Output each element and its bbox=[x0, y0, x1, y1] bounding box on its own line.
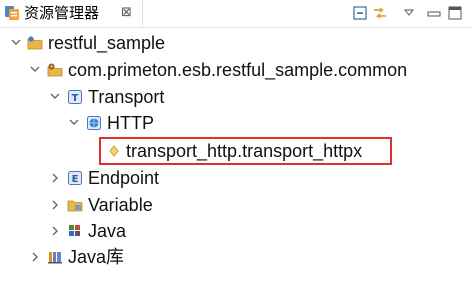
tree-item-java-library[interactable]: Java库 bbox=[0, 244, 471, 270]
tree-item-transport[interactable]: T Transport bbox=[0, 84, 471, 110]
chevron-right-icon[interactable] bbox=[49, 218, 61, 244]
svg-text:T: T bbox=[72, 93, 79, 104]
chevron-right-icon[interactable] bbox=[29, 244, 41, 270]
minimize-icon[interactable] bbox=[425, 4, 443, 22]
tree-item-label: Variable bbox=[88, 195, 153, 215]
link-with-editor-icon[interactable] bbox=[371, 4, 389, 22]
transport-icon: T bbox=[68, 90, 82, 104]
http-globe-icon bbox=[87, 116, 101, 130]
java-library-icon bbox=[48, 252, 62, 264]
view-menu-icon[interactable] bbox=[400, 4, 418, 22]
resource-tree: restful_sample com.primeton.esb.restful_… bbox=[0, 28, 471, 306]
tree-item-label: Transport bbox=[88, 87, 165, 107]
chevron-down-icon[interactable] bbox=[68, 110, 80, 136]
endpoint-icon: E bbox=[68, 171, 82, 185]
chevron-down-icon[interactable] bbox=[10, 30, 22, 56]
tree-item-label: com.primeton.esb.restful_sample.common bbox=[68, 60, 408, 80]
tree-item-label: restful_sample bbox=[48, 33, 166, 53]
tree-item-label: Endpoint bbox=[88, 168, 160, 188]
tree-item-http[interactable]: HTTP bbox=[0, 110, 471, 136]
tree-item-endpoint[interactable]: E Endpoint bbox=[0, 165, 471, 191]
collapse-all-icon[interactable] bbox=[351, 4, 369, 22]
tab-resource-explorer[interactable]: 资源管理器 ⊠ bbox=[0, 0, 143, 27]
tree-item-label: Java bbox=[88, 221, 127, 241]
chevron-right-icon[interactable] bbox=[49, 165, 61, 191]
tree-item-restful-sample[interactable]: restful_sample bbox=[0, 30, 471, 56]
svg-text:E: E bbox=[72, 174, 79, 185]
project-folder-icon bbox=[27, 36, 43, 50]
maximize-icon[interactable] bbox=[446, 4, 464, 22]
tab-title: 资源管理器 bbox=[24, 4, 100, 22]
highlight-box bbox=[99, 137, 392, 165]
tree-item-java[interactable]: Java bbox=[0, 218, 471, 244]
chevron-down-icon[interactable] bbox=[49, 84, 61, 110]
resource-explorer-icon bbox=[5, 6, 19, 20]
view-tab-bar: 资源管理器 ⊠ bbox=[0, 0, 471, 28]
tree-item-label: HTTP bbox=[107, 113, 154, 133]
close-icon[interactable]: ⊠ bbox=[121, 5, 132, 21]
chevron-right-icon[interactable] bbox=[49, 192, 61, 218]
variable-folder-icon bbox=[67, 200, 83, 212]
tree-item-common-module[interactable]: com.primeton.esb.restful_sample.common bbox=[0, 57, 471, 83]
java-icon bbox=[69, 225, 80, 236]
tree-item-variable[interactable]: Variable bbox=[0, 192, 471, 218]
chevron-down-icon[interactable] bbox=[29, 57, 41, 83]
module-icon bbox=[47, 63, 63, 77]
tree-item-label: Java库 bbox=[68, 247, 125, 267]
